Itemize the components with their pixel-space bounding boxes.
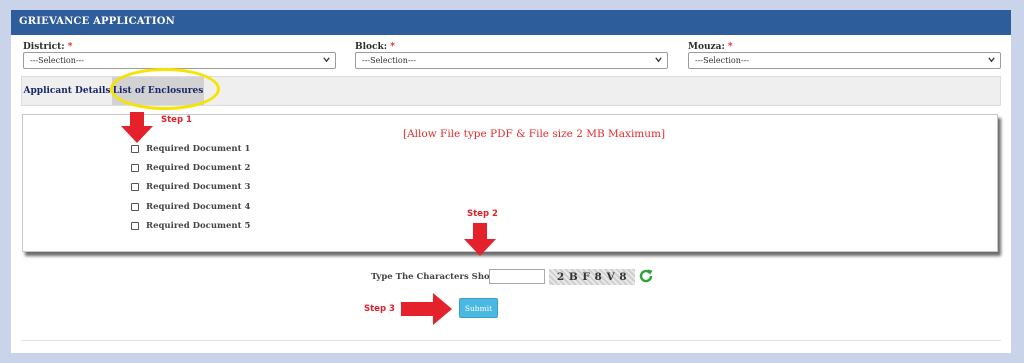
- district-select-value: ---Selection---: [30, 56, 84, 65]
- step-1-label: Step 1: [161, 115, 192, 125]
- tabs-bar: Applicant Details List of Enclosures: [21, 76, 1001, 106]
- required-mark: *: [67, 42, 73, 52]
- document-label: Required Document 4: [146, 202, 251, 212]
- list-item: Required Document 2: [131, 161, 250, 175]
- document-checkbox[interactable]: [131, 164, 139, 172]
- chevron-down-icon: [323, 57, 330, 63]
- document-label: Required Document 1: [146, 144, 251, 154]
- refresh-icon[interactable]: [638, 268, 654, 284]
- arrow-icon: [121, 112, 153, 143]
- tab-applicant-details[interactable]: Applicant Details: [22, 77, 112, 105]
- step-2-label: Step 2: [467, 209, 498, 219]
- chevron-down-icon: [988, 57, 995, 63]
- captcha-label: Type The Characters Shown*: [371, 272, 508, 282]
- mouza-select-value: ---Selection---: [695, 56, 749, 65]
- form-header: GRIEVANCE APPLICATION: [11, 10, 1011, 35]
- chevron-down-icon: [655, 57, 662, 63]
- document-label: Required Document 2: [146, 163, 251, 173]
- submit-button[interactable]: Submit: [459, 298, 498, 318]
- district-label: District: *: [23, 42, 73, 52]
- required-mark: *: [727, 42, 733, 52]
- document-label: Required Document 5: [146, 221, 251, 231]
- arrow-icon: [401, 293, 452, 325]
- tab-list-of-enclosures[interactable]: List of Enclosures: [112, 77, 204, 105]
- list-item: Required Document 1: [131, 142, 250, 156]
- block-select[interactable]: ---Selection---: [355, 52, 668, 69]
- step-3-label: Step 3: [364, 304, 395, 314]
- application-form: GRIEVANCE APPLICATION District: * ---Sel…: [11, 10, 1011, 353]
- divider: [21, 340, 1001, 341]
- mouza-select[interactable]: ---Selection---: [688, 52, 1001, 69]
- document-checkbox[interactable]: [131, 203, 139, 211]
- block-select-value: ---Selection---: [362, 56, 416, 65]
- captcha-image: 2 B F 8 V 8: [549, 269, 635, 285]
- document-checkbox[interactable]: [131, 222, 139, 230]
- document-label: Required Document 3: [146, 182, 251, 192]
- arrow-icon: [464, 223, 496, 256]
- mouza-label: Mouza: *: [688, 42, 733, 52]
- file-type-notice: [Allow File type PDF & File size 2 MB Ma…: [403, 128, 666, 140]
- form-title: GRIEVANCE APPLICATION: [19, 16, 175, 27]
- enclosures-panel: [Allow File type PDF & File size 2 MB Ma…: [22, 114, 998, 252]
- list-item: Required Document 3: [131, 180, 250, 194]
- document-checkbox[interactable]: [131, 183, 139, 191]
- list-item: Required Document 5: [131, 219, 250, 233]
- block-label: Block: *: [355, 42, 395, 52]
- district-select[interactable]: ---Selection---: [23, 52, 336, 69]
- document-checkbox[interactable]: [131, 145, 139, 153]
- required-mark: *: [390, 42, 395, 52]
- captcha-input[interactable]: [489, 269, 545, 284]
- list-item: Required Document 4: [131, 200, 250, 214]
